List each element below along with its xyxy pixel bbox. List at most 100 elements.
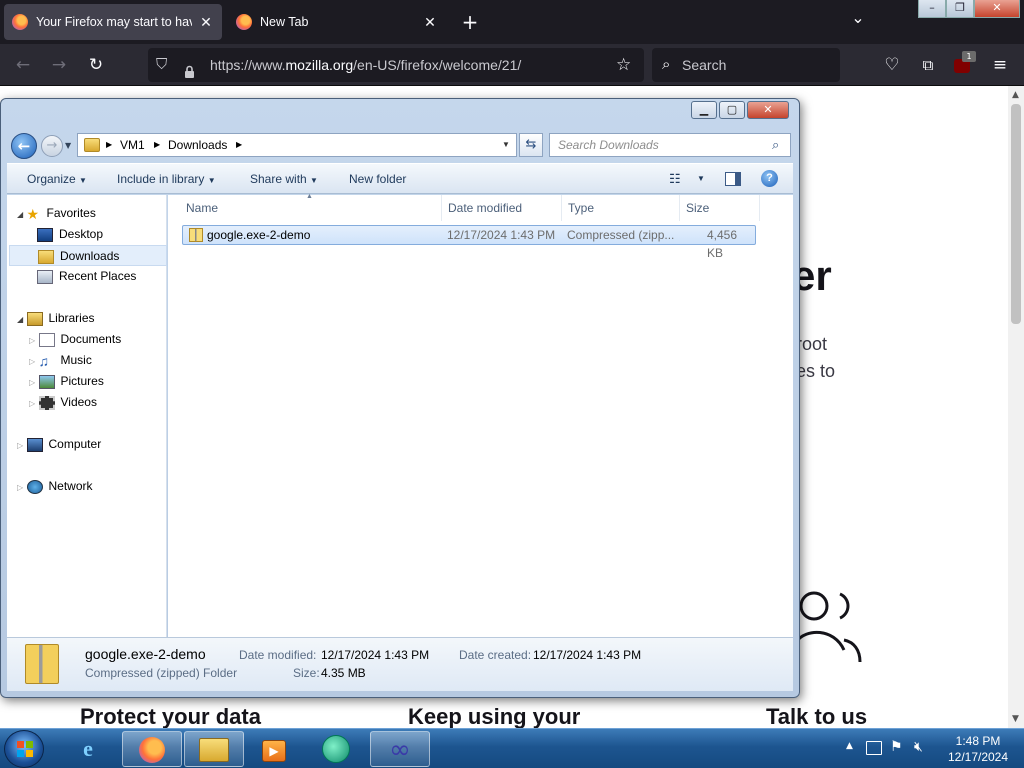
app-infinity-button[interactable]: ∞	[370, 731, 430, 767]
close-window-button[interactable]: ✕	[974, 0, 1020, 18]
nav-desktop[interactable]: Desktop	[7, 224, 167, 245]
share-with-button[interactable]: Share with ▼	[250, 164, 318, 194]
nav-computer[interactable]: ▷ Computer	[7, 434, 167, 455]
nav-network[interactable]: ▷ Network	[7, 476, 167, 497]
explorer-close-button[interactable]: ✕	[747, 101, 789, 119]
back-icon[interactable]: ←	[11, 133, 37, 159]
tab-firefox-update[interactable]: Your Firefox may start to have p ✕	[4, 4, 222, 40]
nav-libraries[interactable]: ◢ Libraries	[7, 308, 167, 329]
help-icon[interactable]: ?	[761, 170, 778, 187]
column-header-date[interactable]: Date modified	[442, 195, 562, 221]
change-view-icon[interactable]: ☷	[669, 164, 681, 194]
volume-muted-icon[interactable]: 🔇︎	[914, 739, 923, 755]
internet-explorer-icon[interactable]: e	[58, 731, 118, 767]
pocket-icon[interactable]: ♡	[879, 52, 905, 78]
refresh-icon[interactable]: ⇆	[519, 133, 543, 157]
view-dropdown-icon[interactable]: ▼	[697, 164, 705, 194]
breadcrumb-downloads[interactable]: Downloads	[168, 134, 227, 156]
explorer-maximize-button[interactable]: ▢	[719, 101, 745, 119]
tracking-protection-icon[interactable]: ⛉	[156, 48, 167, 82]
media-player-icon[interactable]: ▶	[244, 731, 304, 767]
file-row[interactable]: google.exe-2-demo 12/17/2024 1:43 PM Com…	[182, 225, 756, 260]
recent-pages-icon[interactable]: ▼	[65, 141, 71, 150]
scrollbar-thumb[interactable]	[1011, 104, 1021, 324]
card-title-keep-using: Keep using your	[408, 704, 581, 728]
nav-recent-places[interactable]: Recent Places	[7, 266, 167, 287]
app-green-icon[interactable]	[306, 731, 366, 767]
folder-icon	[199, 738, 229, 762]
column-header-type[interactable]: Type	[562, 195, 680, 221]
restore-button[interactable]: ❐	[946, 0, 974, 18]
nav-videos[interactable]: ▷ Videos	[7, 392, 167, 413]
computer-icon	[26, 437, 43, 452]
minimize-button[interactable]: –	[918, 0, 946, 18]
page-scrollbar[interactable]: ▲ ▼	[1008, 86, 1024, 728]
command-bar: Organize ▼ Include in library ▼ Share wi…	[7, 163, 793, 194]
new-folder-button[interactable]: New folder	[349, 164, 406, 194]
page-body-line-2: es to	[796, 361, 836, 381]
search-icon[interactable]: ⌕	[772, 134, 779, 156]
expand-arrow-icon[interactable]: ▷	[17, 483, 23, 492]
explorer-minimize-button[interactable]: ▁	[691, 101, 717, 119]
breadcrumb-separator-icon[interactable]: ▶	[106, 134, 112, 156]
lock-icon[interactable]	[184, 57, 195, 78]
expand-arrow-icon[interactable]: ▷	[29, 378, 35, 387]
expand-arrow-icon[interactable]: ▷	[29, 399, 35, 408]
nav-label: Desktop	[59, 227, 104, 241]
flag-icon[interactable]: ⚑	[890, 739, 903, 755]
address-dropdown-icon[interactable]: ▼	[502, 134, 510, 156]
nav-favorites[interactable]: ◢ ★ Favorites	[7, 203, 167, 224]
scroll-up-icon[interactable]: ▲	[1012, 90, 1019, 100]
list-all-tabs-button[interactable]: ⌄	[846, 8, 870, 32]
nav-music[interactable]: ▷ ♫ Music	[7, 350, 167, 371]
browser-nav-bar: ← → ↻ ⛉ https://www.mozilla.org/en-US/fi…	[0, 44, 1024, 86]
start-button[interactable]	[4, 730, 44, 768]
new-tab-button[interactable]: +	[458, 10, 482, 34]
preview-pane-icon[interactable]	[725, 172, 741, 186]
details-file-name: google.exe-2-demo	[85, 646, 206, 662]
forward-icon[interactable]: →	[41, 135, 63, 157]
file-date: 12/17/2024 1:43 PM	[447, 228, 556, 242]
documents-icon	[38, 332, 55, 347]
search-downloads-input[interactable]: Search Downloads ⌕	[549, 133, 791, 157]
url-text[interactable]: https://www.mozilla.org/en-US/firefox/we…	[210, 48, 521, 82]
expand-arrow-icon[interactable]: ▷	[17, 441, 23, 450]
bookmark-star-icon[interactable]: ☆	[616, 48, 631, 82]
include-in-library-button[interactable]: Include in library ▼	[117, 164, 216, 194]
column-header-size[interactable]: Size	[680, 195, 760, 221]
nav-label: Videos	[60, 395, 97, 409]
firefox-taskbar-button[interactable]	[122, 731, 182, 767]
system-clock[interactable]: 1:48 PM 12/17/2024	[936, 733, 1020, 765]
action-center-icon[interactable]	[866, 741, 882, 755]
nav-documents[interactable]: ▷ Documents	[7, 329, 167, 350]
extensions-icon[interactable]: ⧉	[915, 52, 941, 78]
organize-button[interactable]: Organize ▼	[27, 164, 87, 194]
forward-icon[interactable]: →	[46, 52, 72, 78]
show-hidden-icons-icon[interactable]: ▲	[846, 741, 853, 751]
firefox-icon	[12, 14, 28, 30]
breadcrumb-separator-icon[interactable]: ▶	[236, 134, 242, 156]
dropdown-arrow-icon: ▼	[310, 176, 318, 185]
network-icon	[26, 479, 43, 494]
explorer-taskbar-button[interactable]	[184, 731, 244, 767]
url-bar[interactable]: ⛉ https://www.mozilla.org/en-US/firefox/…	[148, 48, 644, 82]
collapse-arrow-icon[interactable]: ◢	[17, 315, 23, 324]
address-bar[interactable]: ▶ VM1 ▶ Downloads ▶ ▼	[77, 133, 517, 157]
search-bar[interactable]: ⌕ Search	[652, 48, 840, 82]
close-tab-icon[interactable]: ✕	[198, 14, 214, 31]
close-tab-icon[interactable]: ✕	[422, 14, 438, 31]
expand-arrow-icon[interactable]: ▷	[29, 357, 35, 366]
dropdown-arrow-icon: ▼	[207, 176, 216, 185]
scroll-down-icon[interactable]: ▼	[1012, 714, 1019, 724]
menu-icon[interactable]: ≡	[987, 52, 1013, 78]
expand-arrow-icon[interactable]: ▷	[29, 336, 35, 345]
nav-downloads[interactable]: Downloads	[9, 245, 167, 266]
breadcrumb-vm1[interactable]: VM1	[120, 134, 145, 156]
breadcrumb-separator-icon[interactable]: ▶	[154, 134, 160, 156]
tab-new-tab[interactable]: New Tab ✕	[228, 4, 446, 40]
nav-pictures[interactable]: ▷ Pictures	[7, 371, 167, 392]
back-icon[interactable]: ←	[10, 52, 36, 78]
reload-icon[interactable]: ↻	[83, 52, 109, 78]
nav-label: Recent Places	[59, 269, 137, 283]
collapse-arrow-icon[interactable]: ◢	[17, 210, 23, 219]
